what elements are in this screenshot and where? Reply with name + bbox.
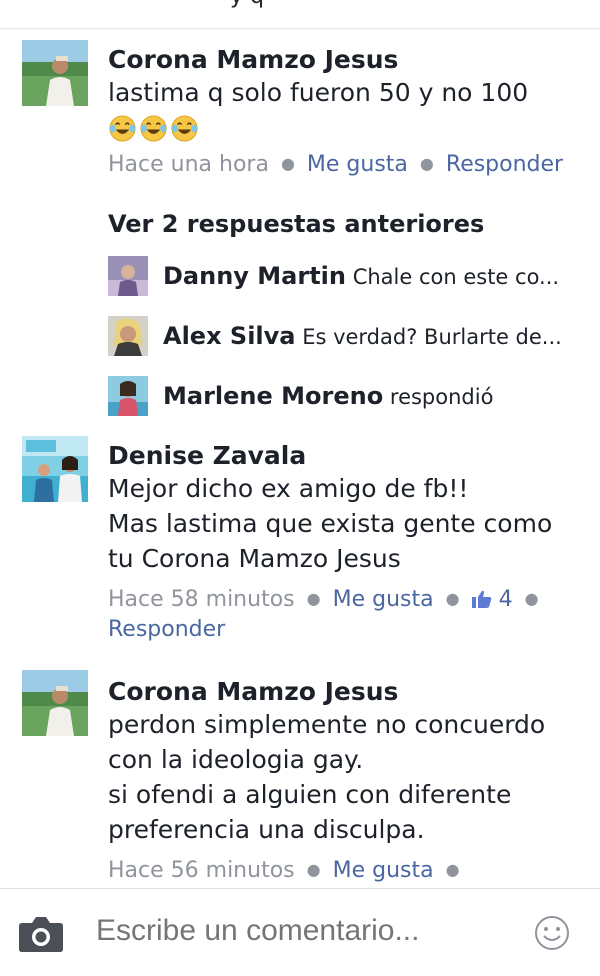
comment-text-line: tu Corona Mamzo Jesus <box>108 544 401 573</box>
avatar-photo <box>22 670 88 736</box>
laughing-tears-emoji-icon <box>171 115 198 142</box>
like-link[interactable]: Me gusta <box>333 858 434 883</box>
avatar[interactable] <box>22 670 88 736</box>
like-count: 4 <box>498 587 513 612</box>
top-cut-header: y q <box>0 0 600 29</box>
reply-author[interactable]: Alex Silva <box>163 322 296 350</box>
laughing-tears-emoji-icon <box>109 115 136 142</box>
comment-input[interactable] <box>94 913 484 949</box>
emoji-row <box>108 114 582 143</box>
reply-text: respondió <box>389 385 494 409</box>
avatar <box>108 256 148 296</box>
separator-dot: ● <box>524 589 539 608</box>
avatar-photo <box>22 40 88 106</box>
comment-text: lastima q solo fueron 50 y no 100 <box>108 78 529 107</box>
avatar[interactable] <box>22 436 88 502</box>
comment-text-line: con la ideologia gay. <box>108 745 364 774</box>
comment-meta: Hace 58 minutos ● Me gusta ● 4 ● Responder <box>108 584 582 645</box>
thumbs-up-icon <box>471 590 491 608</box>
comment-meta: Hace 56 minutos ● Me gusta ● <box>108 855 582 886</box>
reply-item[interactable]: Marlene Moreno respondió <box>108 376 578 418</box>
reply-author[interactable]: Danny Martin <box>163 262 346 290</box>
separator-dot: ● <box>306 860 321 879</box>
view-previous-replies-link[interactable]: Ver 2 respuestas anteriores <box>108 210 484 238</box>
timestamp: Hace 58 minutos <box>108 587 295 612</box>
like-count-badge[interactable]: 4 <box>471 587 513 612</box>
reply-link[interactable]: Responder <box>446 152 563 177</box>
separator-dot: ● <box>445 860 460 879</box>
comment-author[interactable]: Corona Mamzo Jesus <box>108 676 582 707</box>
reply-link[interactable]: Responder <box>108 617 225 642</box>
comment-text-line: perdon simplemente no concuerdo <box>108 710 546 739</box>
reply-item[interactable]: Danny Martin Chale con este co... <box>108 256 578 298</box>
comment-text-line: si ofendi a alguien con diferente <box>108 780 512 809</box>
comment-composer <box>0 888 600 976</box>
comment-meta: Hace una hora ● Me gusta ● Responder <box>108 149 582 180</box>
avatar <box>108 376 148 416</box>
like-link[interactable]: Me gusta <box>333 587 434 612</box>
emoji-picker-icon[interactable] <box>534 915 570 951</box>
separator-dot: ● <box>445 589 460 608</box>
cut-off-text: y q <box>230 0 264 9</box>
separator-dot: ● <box>280 154 295 173</box>
comment-text-line: preferencia una disculpa. <box>108 815 425 844</box>
avatar <box>108 316 148 356</box>
timestamp: Hace 56 minutos <box>108 858 295 883</box>
comment-author[interactable]: Denise Zavala <box>108 440 582 471</box>
comment-text-line: Mejor dicho ex amigo de fb!! <box>108 474 469 503</box>
avatar-photo <box>22 436 88 502</box>
reply-item[interactable]: Alex Silva Es verdad? Burlarte de... <box>108 316 578 358</box>
separator-dot: ● <box>306 589 321 608</box>
comment-author[interactable]: Corona Mamzo Jesus <box>108 44 582 75</box>
laughing-tears-emoji-icon <box>140 115 167 142</box>
avatar[interactable] <box>22 40 88 106</box>
reply-text: Chale con este co... <box>352 265 560 289</box>
camera-icon[interactable] <box>18 915 64 953</box>
separator-dot: ● <box>419 154 434 173</box>
reply-text: Es verdad? Burlarte de... <box>302 325 562 349</box>
like-link[interactable]: Me gusta <box>307 152 408 177</box>
timestamp: Hace una hora <box>108 152 269 177</box>
reply-author[interactable]: Marlene Moreno <box>163 382 383 410</box>
comment-text-line: Mas lastima que exista gente como <box>108 509 553 538</box>
